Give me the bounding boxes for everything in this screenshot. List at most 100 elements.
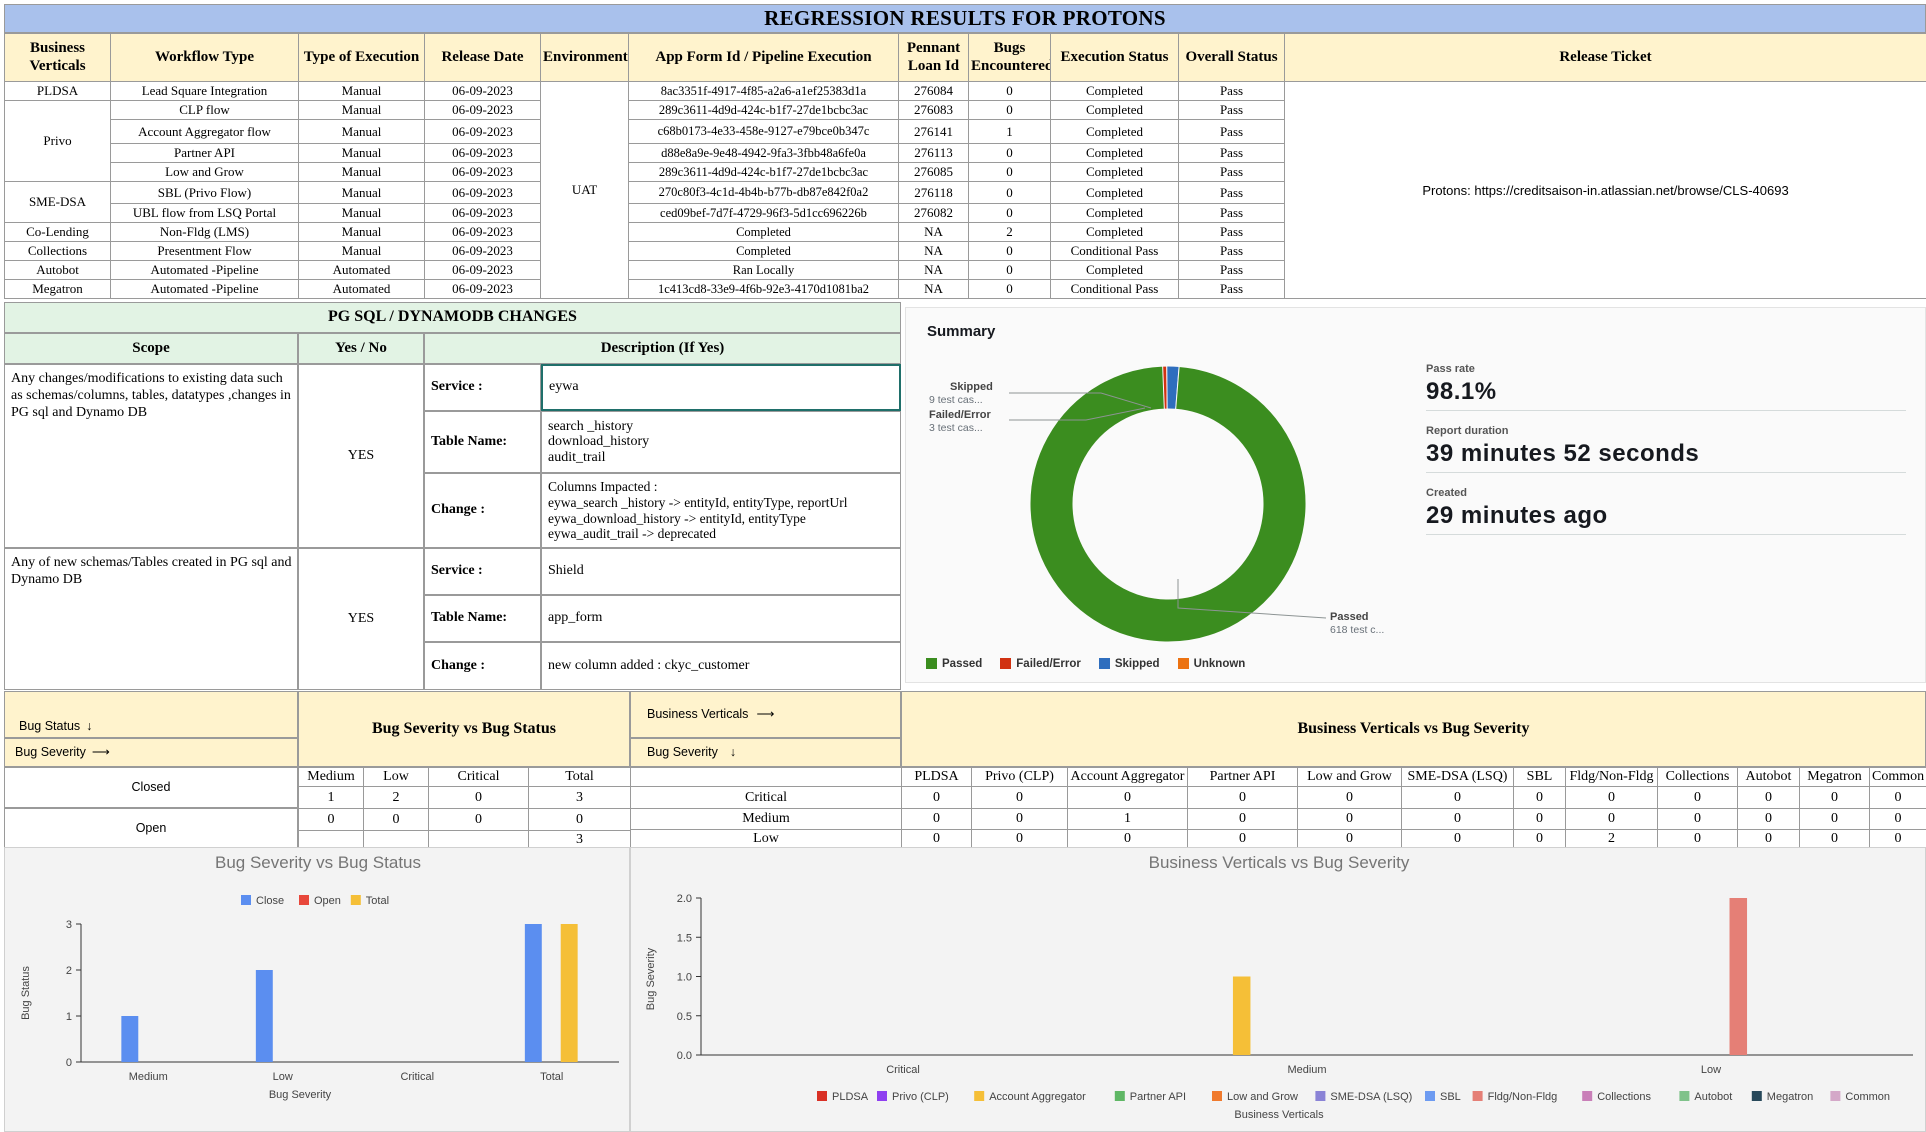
- table-header-row: PLDSA Privo (CLP) Account Aggregator Partne…: [630, 767, 1926, 787]
- col-header: Workflow Type: [110, 33, 299, 82]
- value-cell: 0: [1297, 829, 1402, 849]
- overall-status-cell: Pass: [1178, 260, 1285, 280]
- y-axis-title: Bug Severity: [645, 947, 657, 1010]
- execution-status-cell: Completed: [1050, 203, 1179, 223]
- db-yes-2: YES: [298, 548, 424, 690]
- execution-status-cell: Completed: [1050, 81, 1179, 101]
- legend-swatch: [1177, 658, 1189, 670]
- execution-status-cell: Completed: [1050, 260, 1179, 280]
- bar-account-aggregator: [1232, 976, 1251, 1055]
- app-form-id-cell: 270c80f3-4c1d-4b4b-b77b-db87e842f0a2: [628, 181, 899, 204]
- bugs-cell: 0: [968, 81, 1051, 101]
- col-header: Fldg/Non-Fldg: [1565, 767, 1658, 787]
- y-tick-label: 0.0: [677, 1050, 692, 1062]
- release-ticket-link[interactable]: Protons: https://creditsaison-in.atlassi…: [1284, 81, 1926, 299]
- x-axis-title: Business Verticals: [1234, 1109, 1324, 1121]
- value-cell: 0: [1657, 808, 1738, 830]
- legend-label: Skipped: [1114, 658, 1160, 670]
- legend-swatch: [350, 895, 361, 905]
- legend-swatch: [299, 895, 309, 905]
- severity-row-label: Medium: [630, 808, 902, 830]
- bug-status-label: Bug Status: [19, 718, 81, 733]
- y-tick-label: 2: [66, 965, 72, 977]
- bug-status-title-text: Bug Severity vs Bug Status: [371, 719, 557, 737]
- failed-callout: Failed/Error: [929, 409, 991, 421]
- arrow-down-icon: ↓: [86, 718, 93, 733]
- environment-cell: UAT: [540, 81, 629, 299]
- col-header: Account Aggregator: [1067, 767, 1188, 787]
- vertical-cell: Megatron: [4, 279, 111, 299]
- created-label: Created: [1426, 487, 1467, 499]
- db-col-yesno: Yes / No: [298, 333, 424, 364]
- db-table-value-2: app_form: [541, 595, 901, 642]
- overall-status-cell: Pass: [1178, 181, 1285, 204]
- loan-id-cell: 276118: [898, 181, 969, 204]
- vertical-cell: Collections: [4, 241, 111, 261]
- bugs-cell: 0: [968, 181, 1051, 204]
- value-cell: 0: [1187, 808, 1298, 830]
- col-header: PLDSA: [901, 767, 972, 787]
- divider: [1426, 410, 1906, 411]
- legend-label: Passed: [942, 658, 983, 670]
- value-cell: 0: [1657, 786, 1738, 809]
- release-date-cell: 06-09-2023: [424, 162, 541, 182]
- legend-label: Fldg/Non-Fldg: [1488, 1091, 1558, 1103]
- bugs-cell: 2: [968, 222, 1051, 242]
- bug-severity-label: Bug Severity: [15, 745, 86, 760]
- execution-status-cell: Completed: [1050, 162, 1179, 182]
- value-cell: 0: [901, 808, 972, 830]
- execution-type-cell: Manual: [298, 241, 425, 261]
- col-header: SME-DSA (LSQ): [1401, 767, 1514, 787]
- value-cell: 0: [1401, 786, 1514, 809]
- legend-label: Account Aggregator: [989, 1091, 1086, 1103]
- db-yes-1-text: YES: [347, 447, 375, 463]
- bar-fldg-non-fldg: [1729, 898, 1748, 1055]
- app-form-id-cell: Ran Locally: [628, 260, 899, 280]
- db-scope-1-text: Any changes/modifications to existing da…: [11, 371, 291, 420]
- value-cell: 1: [1067, 808, 1188, 830]
- db-scope-2: Any of new schemas/Tables created in PG …: [4, 548, 298, 690]
- db-change-label-1: Change :: [424, 473, 541, 548]
- table-row: Critical 0 0 0 0 0 0 0 0 0 0 0 0: [630, 786, 1926, 809]
- col-header: Pennant Loan Id: [898, 33, 969, 82]
- bug-status-axis-label: Bug Status ↓: [4, 691, 298, 738]
- bar-close: [121, 1016, 139, 1062]
- x-tick-label: Low: [273, 1071, 293, 1083]
- value-cell: 0: [428, 808, 529, 831]
- col-header: Partner API: [1187, 767, 1298, 787]
- db-change-label-2: Change :: [424, 642, 541, 690]
- severity-row-label: Low: [630, 829, 902, 849]
- page-title: REGRESSION RESULTS FOR PROTONS: [4, 4, 1926, 33]
- db-changes-title-text: PG SQL / DYNAMODB CHANGES: [328, 308, 577, 326]
- summary-legend: Passed Failed/Error Skipped Unknown: [926, 658, 1263, 670]
- loan-id-cell: 276085: [898, 162, 969, 182]
- arrow-right-icon: ⟶: [756, 707, 775, 722]
- skipped-callout: Skipped: [950, 381, 993, 393]
- value-cell: 0: [1187, 786, 1298, 809]
- legend-swatch: [1679, 1091, 1690, 1101]
- arrow-down-icon: ↓: [729, 745, 737, 760]
- value-cell: 0: [1799, 808, 1870, 830]
- bv-severity-title: Business Verticals vs Bug Severity: [901, 691, 1926, 767]
- db-service-value-1[interactable]: eywa: [541, 364, 901, 411]
- bugs-cell: 0: [968, 279, 1051, 299]
- pass-rate-value: 98.1%: [1426, 378, 1497, 405]
- y-tick-label: 1: [66, 1011, 72, 1023]
- y-tick-label: 3: [66, 919, 72, 931]
- value-cell: 0: [363, 808, 429, 831]
- value-cell: 0: [1297, 808, 1402, 830]
- value-cell: 0: [971, 808, 1068, 830]
- app-form-id-cell: ced09bef-7d7f-4729-96f3-5d1cc696226b: [628, 203, 899, 223]
- y-tick-label: 0: [66, 1057, 72, 1069]
- value-cell: 0: [1799, 829, 1870, 849]
- db-col-description-label: Description (If Yes): [600, 339, 725, 356]
- legend-label: Total: [366, 895, 389, 907]
- value-cell: 0: [1657, 829, 1738, 849]
- row-label-closed: Closed: [4, 767, 298, 808]
- arrow-right-icon: ⟶: [91, 745, 110, 760]
- failed-callout-sub: 3 test cas...: [929, 422, 983, 434]
- col-header: Collections: [1657, 767, 1738, 787]
- app-form-id-cell: d88e8a9e-9e48-4942-9fa3-3fbb48a6fe0a: [628, 143, 899, 163]
- y-tick-label: 1.5: [677, 932, 692, 944]
- value-cell: 0: [1297, 786, 1402, 809]
